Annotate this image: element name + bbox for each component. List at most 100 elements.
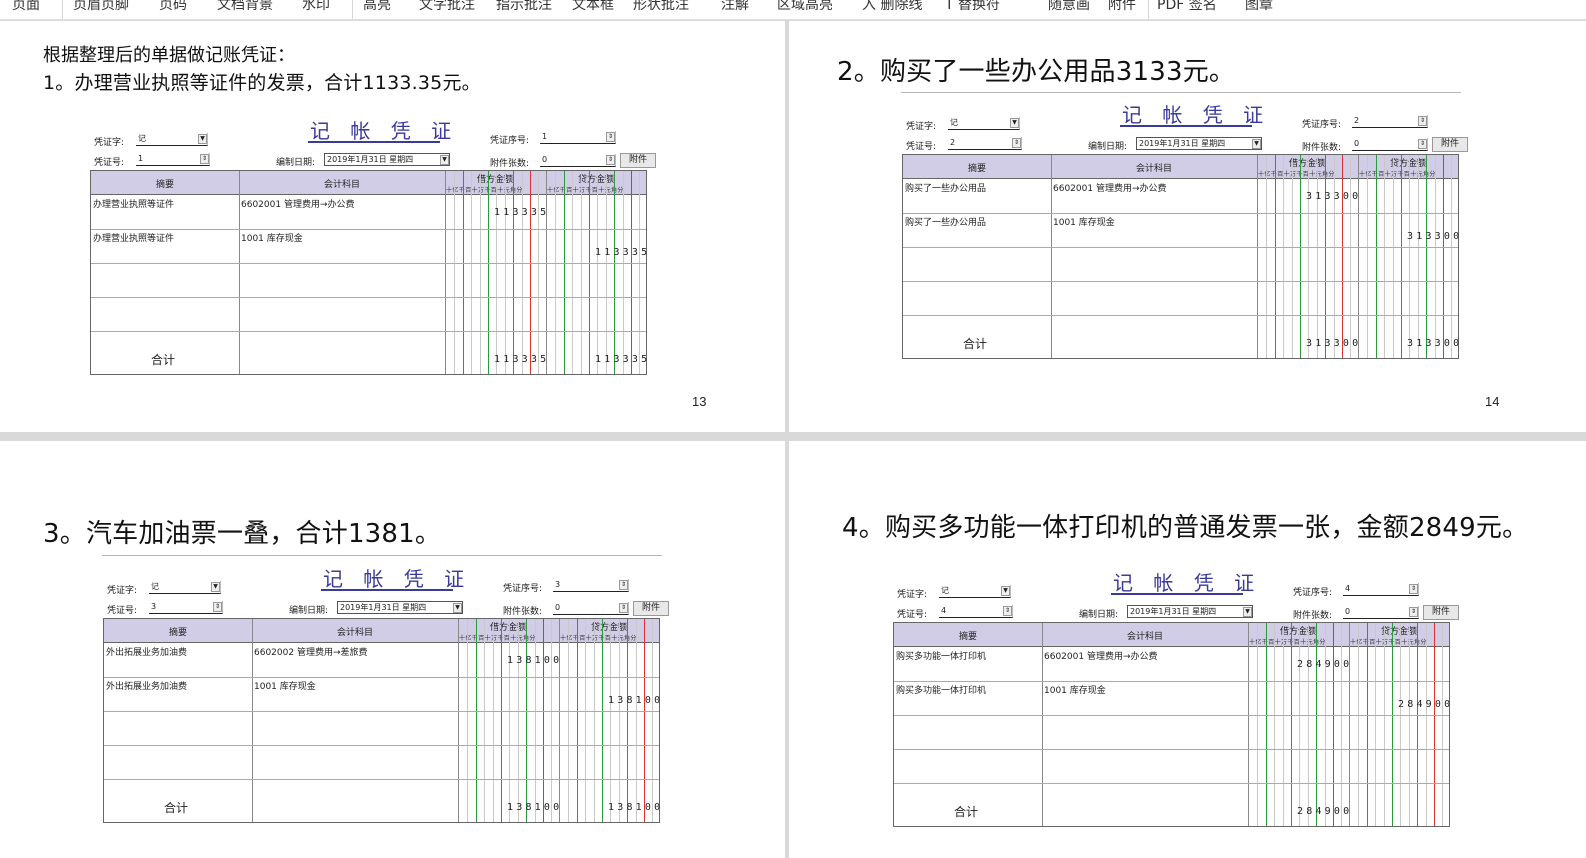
digit-divider <box>576 619 578 822</box>
attachment-button[interactable]: 附件 <box>633 601 669 616</box>
attach-count-field[interactable]: 0 ⇕ <box>553 602 629 615</box>
voucher-type-select[interactable]: 记 ▼ <box>136 133 208 146</box>
voucher-title: 记 帐 凭 证 <box>323 567 472 591</box>
voucher-no-field[interactable]: 2 ⇕ <box>948 137 1022 150</box>
toolbar-item[interactable]: 高亮 <box>363 0 391 14</box>
chevron-down-icon[interactable]: ▼ <box>1243 607 1252 617</box>
digit-divider <box>555 171 557 374</box>
toolbar-item[interactable]: 区域高亮 <box>777 0 833 14</box>
toolbar-item[interactable]: 文字批注 <box>419 0 475 14</box>
digit-divider <box>501 619 502 822</box>
chevron-down-icon[interactable]: ▼ <box>440 155 449 165</box>
voucher-type-select[interactable]: 记 ▼ <box>948 117 1020 130</box>
attachment-button[interactable]: 附件 <box>1423 605 1459 620</box>
date-picker[interactable]: 2019年1月31日 星期四 ▼ <box>1136 137 1262 150</box>
toolbar-item[interactable]: 文本框 <box>572 0 614 14</box>
page-number: 14 <box>1485 394 1500 409</box>
spin-icon[interactable]: ⇕ <box>200 154 209 164</box>
digit-divider <box>484 619 486 822</box>
digit-divider <box>534 619 536 822</box>
spin-icon[interactable]: ⇕ <box>213 602 222 612</box>
spin-icon[interactable]: ⇕ <box>619 603 628 613</box>
toolbar-item[interactable]: 注解 <box>721 0 749 14</box>
row-account: 1001 库存现金 <box>1044 686 1106 696</box>
voucher-title-underline <box>1120 125 1252 127</box>
spin-icon[interactable]: ⇕ <box>606 155 615 165</box>
digit-divider <box>1426 155 1428 358</box>
voucher-title: 记 帐 凭 证 <box>310 119 459 143</box>
toolbar-item[interactable]: 指示批注 <box>496 0 552 14</box>
col-summary-header: 摘要 <box>168 628 187 638</box>
spin-icon[interactable]: ⇕ <box>1418 116 1427 126</box>
digit-divider <box>1274 623 1276 826</box>
chevron-down-icon[interactable]: ▼ <box>1010 118 1019 128</box>
digit-divider <box>1425 623 1427 826</box>
voucher-seq-field[interactable]: 4 ⇕ <box>1343 583 1419 596</box>
date-picker[interactable]: 2019年1月31日 星期四 ▼ <box>337 601 463 614</box>
attach-count-field[interactable]: 0 ⇕ <box>540 154 616 167</box>
spin-icon[interactable]: ⇕ <box>1409 584 1418 594</box>
digit-divider <box>1299 623 1301 826</box>
toolbar-item[interactable]: 随意画 <box>1048 0 1090 14</box>
voucher-grid: 摘要 会计科目 借方金额 贷方金额 十亿千百十万千百十元角分 十亿千百十万千百十元角分 购买… <box>893 622 1450 827</box>
date-picker[interactable]: 2019年1月31日 星期四 ▼ <box>1127 605 1253 618</box>
toolbar-item[interactable]: 图章 <box>1245 0 1273 14</box>
voucher-seq-value: 3 <box>555 580 561 589</box>
toolbar-item[interactable]: 文档背景 <box>217 0 273 14</box>
spin-icon[interactable]: ⇕ <box>1003 606 1012 616</box>
spin-icon[interactable]: ⇕ <box>1012 138 1021 148</box>
row-divider <box>104 711 659 712</box>
voucher-no-field[interactable]: 4 ⇕ <box>939 605 1013 618</box>
date-label: 编制日期: <box>276 158 316 168</box>
chevron-down-icon[interactable]: ▼ <box>1001 586 1010 596</box>
toolbar-item[interactable]: T 替换符 <box>945 0 1000 14</box>
digit-divider <box>1316 623 1318 826</box>
toolbar-item[interactable]: 页面 <box>12 0 40 14</box>
digit-divider <box>610 619 612 822</box>
digit-divider <box>1324 623 1326 826</box>
digit-divider <box>585 619 587 822</box>
chevron-down-icon[interactable]: ▼ <box>198 134 207 144</box>
column-divider <box>1042 623 1043 826</box>
column-divider <box>239 171 240 374</box>
chevron-down-icon[interactable]: ▼ <box>453 603 462 613</box>
attach-count-field[interactable]: 0 ⇕ <box>1352 138 1428 151</box>
toolbar-item[interactable]: 页眉页脚 <box>73 0 129 14</box>
slide-page-15: 3。汽车加油票一叠，合计1381。 记 帐 凭 证凭证字: 记 ▼ 凭证号: 3 ⇕ 编制日… <box>0 441 785 858</box>
voucher-grid: 摘要 会计科目 借方金额 贷方金额 十亿千百十万千百十元角分 十亿千百十万千百十元角分 办理… <box>90 170 647 375</box>
heading-rule <box>901 92 1461 93</box>
spin-icon[interactable]: ⇕ <box>1418 139 1427 149</box>
voucher-type-select[interactable]: 记 ▼ <box>939 585 1011 598</box>
toolbar-item[interactable]: 形状批注 <box>633 0 689 14</box>
voucher-no-label: 凭证号: <box>897 610 928 620</box>
voucher-seq-label: 凭证序号: <box>490 136 530 146</box>
voucher-seq-field[interactable]: 1 ⇕ <box>540 131 616 144</box>
digit-divider <box>597 171 599 374</box>
total-label: 合计 <box>963 337 988 351</box>
spin-icon[interactable]: ⇕ <box>619 580 628 590</box>
voucher-seq-field[interactable]: 3 ⇕ <box>553 579 629 592</box>
toolbar-item[interactable]: 水印 <box>302 0 330 14</box>
voucher-type-label: 凭证字: <box>897 590 928 600</box>
voucher-no-field[interactable]: 3 ⇕ <box>149 601 223 614</box>
row-divider <box>91 229 646 230</box>
chevron-down-icon[interactable]: ▼ <box>1252 139 1261 149</box>
attach-count-field[interactable]: 0 ⇕ <box>1343 606 1419 619</box>
voucher-type-select[interactable]: 记 ▼ <box>149 581 221 594</box>
date-picker[interactable]: 2019年1月31日 星期四 ▼ <box>324 153 450 166</box>
col-account-header: 会计科目 <box>1126 632 1163 642</box>
grid-header: 摘要 会计科目 借方金额 贷方金额 十亿千百十万千百十元角分 十亿千百十万千百十元角分 <box>903 155 1458 179</box>
attachment-button[interactable]: 附件 <box>1432 137 1468 152</box>
row-divider <box>903 213 1458 214</box>
voucher-seq-field[interactable]: 2 ⇕ <box>1352 115 1428 128</box>
toolbar-item[interactable]: 附件 <box>1108 0 1136 14</box>
toolbar-item[interactable]: PDF 签名 <box>1157 0 1217 14</box>
toolbar-item[interactable]: 页码 <box>159 0 187 14</box>
spin-icon[interactable]: ⇕ <box>606 132 615 142</box>
chevron-down-icon[interactable]: ▼ <box>211 582 220 592</box>
toolbar-item[interactable]: 入 删除线 <box>862 0 922 14</box>
spin-icon[interactable]: ⇕ <box>1409 607 1418 617</box>
row-account: 1001 库存现金 <box>254 682 316 692</box>
voucher-no-field[interactable]: 1 ⇕ <box>136 153 210 166</box>
attachment-button[interactable]: 附件 <box>620 153 656 168</box>
